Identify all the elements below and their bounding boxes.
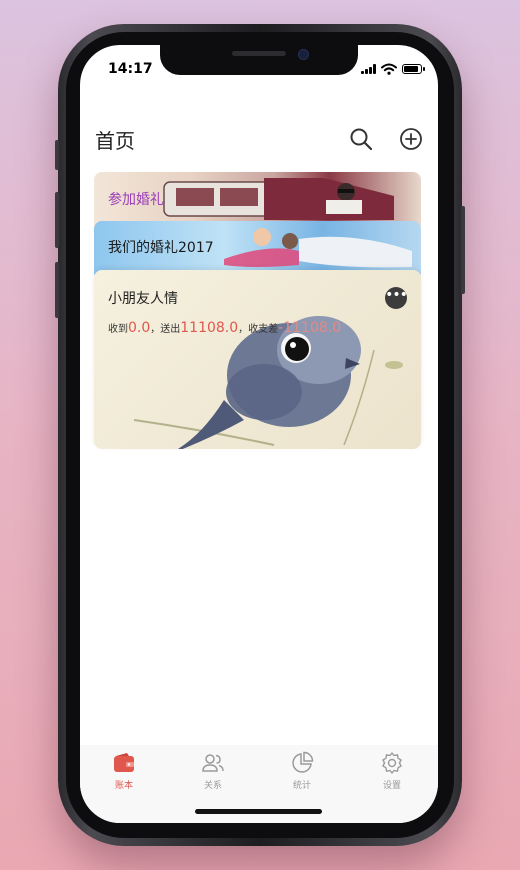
- silent-switch: [55, 140, 59, 170]
- tab-label: 统计: [292, 781, 311, 791]
- tab-label: 设置: [382, 781, 401, 791]
- status-icons: [361, 63, 425, 75]
- volume-up-button: [55, 192, 59, 248]
- wifi-icon: [381, 63, 397, 75]
- stats-separator: ，: [150, 324, 161, 335]
- battery-icon: [402, 64, 425, 74]
- balance-value: -11108.0: [278, 320, 342, 336]
- book-stats: 收到0.0，送出11108.0，收支差-11108.0: [108, 320, 341, 336]
- power-button: [461, 206, 465, 294]
- more-options-button[interactable]: •••: [385, 287, 408, 309]
- status-time: 14:17: [108, 61, 153, 77]
- tab-relations[interactable]: 关系: [183, 751, 243, 791]
- received-label: 收到: [108, 324, 128, 335]
- book-title: 小朋友人情: [108, 291, 178, 307]
- tab-settings[interactable]: 设置: [362, 751, 422, 791]
- tab-bar: 账本 关系 统计 设置: [80, 745, 438, 823]
- app-screen: 14:17 首页 参加婚礼 我们的婚礼2017 小朋友人情 ••• 收到0.0，…: [80, 45, 438, 823]
- front-camera: [298, 49, 309, 60]
- sent-label: 送出: [160, 324, 181, 335]
- search-icon[interactable]: [349, 127, 373, 151]
- gear-icon: [382, 752, 402, 774]
- balance-label: 收支差: [248, 324, 279, 335]
- tab-label: 账本: [114, 781, 133, 791]
- home-indicator[interactable]: [195, 809, 322, 814]
- stats-separator: ，: [238, 324, 249, 335]
- tab-stats[interactable]: 统计: [272, 751, 332, 791]
- received-value: 0.0: [128, 320, 151, 336]
- page-title: 首页: [95, 129, 135, 153]
- book-title: 参加婚礼: [108, 192, 164, 208]
- volume-down-button: [55, 262, 59, 318]
- wallet-icon: [114, 753, 134, 772]
- notch: [160, 45, 358, 75]
- tab-books[interactable]: 账本: [94, 751, 154, 791]
- cellular-signal-icon: [361, 64, 376, 74]
- book-card-kids-gifts[interactable]: 小朋友人情 ••• 收到0.0，送出11108.0，收支差-11108.0: [94, 270, 421, 449]
- tab-label: 关系: [203, 781, 222, 791]
- pie-chart-icon: [292, 751, 314, 773]
- speaker-grille: [232, 51, 286, 56]
- plus-circle-icon[interactable]: [399, 127, 423, 151]
- sent-value: 11108.0: [180, 320, 239, 336]
- book-title: 我们的婚礼2017: [108, 240, 214, 256]
- people-icon: [202, 754, 224, 772]
